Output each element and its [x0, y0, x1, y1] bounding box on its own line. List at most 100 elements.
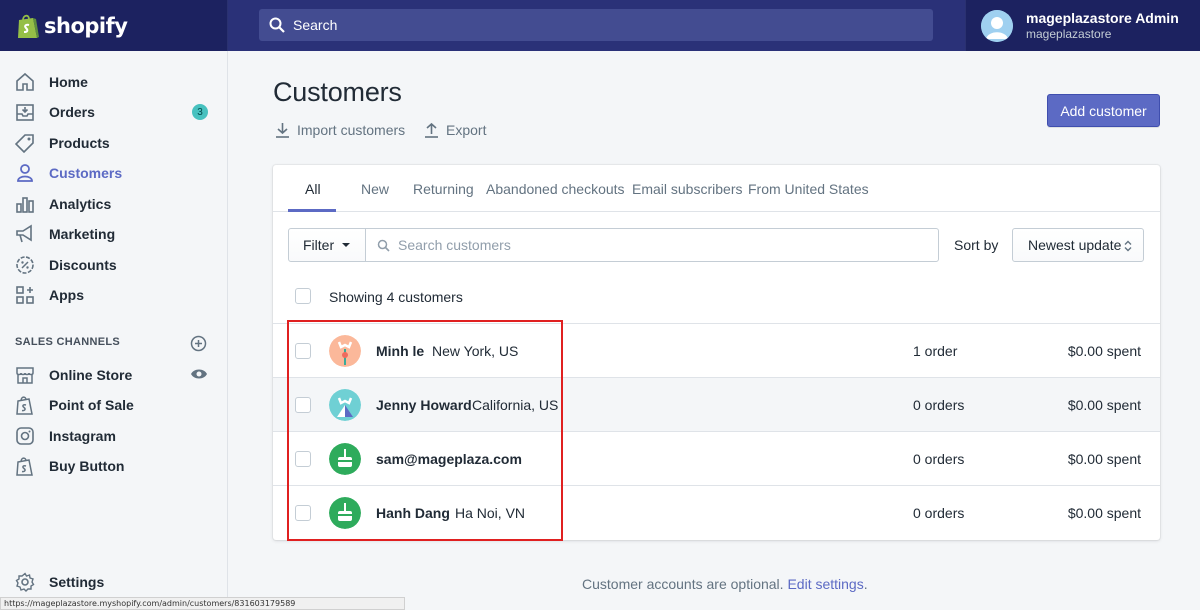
export-button[interactable]: Export	[424, 122, 486, 138]
customer-orders: 0 orders	[913, 505, 965, 521]
gear-icon	[15, 572, 35, 592]
sidebar-item-marketing[interactable]: Marketing	[15, 219, 215, 249]
edit-settings-link[interactable]: Edit settings	[787, 576, 863, 592]
tag-icon	[15, 133, 35, 153]
sidebar-item-point-of-sale[interactable]: Point of Sale	[15, 390, 215, 420]
browser-status-bar: https://mageplazastore.myshopify.com/adm…	[0, 597, 405, 610]
sidebar-item-buy-button[interactable]: Buy Button	[15, 451, 215, 481]
discount-icon	[15, 255, 35, 275]
plus-circle-icon	[190, 335, 207, 352]
add-customer-button[interactable]: Add customer	[1047, 94, 1160, 127]
global-search-wrap: Search	[228, 0, 965, 51]
search-customers-placeholder: Search customers	[398, 237, 511, 253]
customer-spent: $0.00 spent	[1067, 397, 1141, 413]
footer-text: Customer accounts are optional.	[582, 576, 784, 592]
active-tab-indicator	[288, 209, 336, 212]
apps-icon	[15, 285, 35, 305]
sidebar-item-instagram[interactable]: Instagram	[15, 421, 215, 451]
annotation-highlight-box	[287, 320, 563, 541]
shopify-bag-icon	[15, 395, 35, 415]
top-bar: shopify Search mageplazastore Admin mage…	[0, 0, 1200, 51]
caret-down-icon	[342, 243, 351, 247]
megaphone-icon	[15, 224, 35, 244]
sidebar-item-online-store[interactable]: Online Store	[15, 360, 215, 390]
tab-new[interactable]: New	[361, 181, 389, 197]
import-customers-label: Import customers	[297, 122, 406, 138]
sidebar-item-label: Apps	[49, 287, 84, 303]
sidebar-item-label: Settings	[49, 574, 105, 590]
customer-tabs: All New Returning Abandoned checkouts Em…	[273, 165, 1160, 212]
page-title: Customers	[273, 77, 402, 107]
view-store-button[interactable]	[190, 367, 208, 386]
shopify-bag-icon	[15, 456, 35, 476]
upload-icon	[425, 122, 438, 138]
tab-returning[interactable]: Returning	[413, 181, 474, 197]
tab-from-united-states[interactable]: From United States	[748, 181, 869, 197]
account-store: mageplazastore	[1026, 27, 1112, 41]
sidebar-item-label: Orders	[49, 104, 95, 120]
instagram-icon	[15, 426, 35, 446]
search-icon	[377, 239, 390, 252]
select-all-checkbox[interactable]	[295, 288, 311, 304]
avatar	[981, 9, 1013, 42]
footer-suffix: .	[863, 576, 868, 592]
sidebar-item-analytics[interactable]: Analytics	[15, 189, 215, 219]
tab-all[interactable]: All	[305, 181, 321, 197]
customer-spent: $0.00 spent	[1067, 505, 1141, 521]
sidebar-item-label: Products	[49, 135, 110, 151]
customer-orders: 1 order	[913, 343, 958, 359]
showing-count: Showing 4 customers	[329, 289, 463, 305]
shopify-logo[interactable]: shopify	[0, 0, 228, 51]
sort-select[interactable]: Newest update	[1012, 228, 1144, 262]
sidebar-item-label: Customers	[49, 165, 123, 181]
sidebar-item-orders[interactable]: Orders 3	[15, 97, 215, 127]
sort-by-label: Sort by	[954, 237, 999, 253]
select-arrows-icon	[1124, 240, 1132, 252]
filter-label: Filter	[303, 237, 335, 253]
brand-name: shopify	[44, 13, 128, 38]
home-icon	[15, 72, 35, 92]
sidebar-item-settings[interactable]: Settings	[15, 567, 215, 597]
add-channel-button[interactable]	[190, 335, 207, 357]
sidebar-item-label: Instagram	[49, 428, 116, 444]
sidebar-item-label: Buy Button	[49, 458, 125, 474]
orders-icon	[15, 102, 35, 122]
sidebar: Home Orders 3 Products Customers Analyti…	[0, 51, 228, 610]
customer-orders: 0 orders	[913, 451, 965, 467]
footer-note: Customer accounts are optional. Edit set…	[582, 576, 868, 592]
tab-abandoned-checkouts[interactable]: Abandoned checkouts	[486, 181, 625, 197]
sort-value: Newest update	[1028, 237, 1122, 253]
export-label: Export	[446, 122, 487, 138]
sidebar-item-label: Home	[49, 74, 88, 90]
sidebar-item-label: Online Store	[49, 367, 133, 383]
customer-spent: $0.00 spent	[1067, 343, 1141, 359]
sales-channels-heading: SALES CHANNELS	[15, 336, 121, 348]
sidebar-item-home[interactable]: Home	[15, 67, 215, 97]
search-customers-input[interactable]: Search customers	[365, 228, 939, 262]
import-customers-button[interactable]: Import customers	[275, 122, 405, 138]
customer-orders: 0 orders	[913, 397, 965, 413]
sidebar-item-customers[interactable]: Customers	[15, 158, 215, 188]
bar-chart-icon	[15, 194, 35, 214]
store-icon	[15, 365, 35, 385]
search-icon	[269, 17, 285, 33]
sidebar-item-apps[interactable]: Apps	[15, 280, 215, 310]
orders-count-badge: 3	[192, 104, 208, 120]
sidebar-item-discounts[interactable]: Discounts	[15, 250, 215, 280]
global-search-placeholder: Search	[293, 17, 338, 33]
download-icon	[276, 123, 289, 138]
filter-button[interactable]: Filter	[288, 228, 366, 262]
account-name: mageplazastore Admin	[1026, 10, 1179, 26]
sidebar-item-products[interactable]: Products	[15, 128, 215, 158]
eye-icon	[191, 369, 207, 379]
sidebar-item-label: Point of Sale	[49, 397, 134, 413]
global-search-input[interactable]: Search	[259, 9, 933, 41]
tab-email-subscribers[interactable]: Email subscribers	[632, 181, 742, 197]
shopify-bag-icon	[16, 13, 40, 39]
person-icon	[15, 163, 35, 183]
sidebar-item-label: Marketing	[49, 226, 116, 242]
customer-spent: $0.00 spent	[1067, 451, 1141, 467]
sidebar-item-label: Discounts	[49, 257, 117, 273]
sidebar-item-label: Analytics	[49, 196, 112, 212]
account-menu[interactable]: mageplazastore Admin mageplazastore	[965, 0, 1200, 51]
